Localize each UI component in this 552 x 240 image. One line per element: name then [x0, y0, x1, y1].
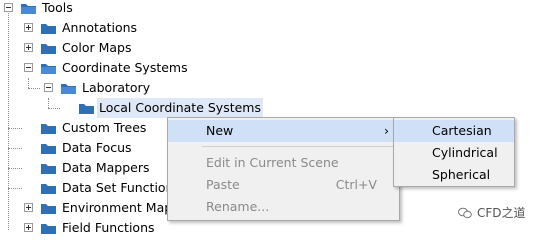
- tree-line: [28, 88, 40, 89]
- folder-open-icon: [61, 84, 76, 94]
- expand-toggle-icon[interactable]: [24, 223, 33, 232]
- menu-separator: [202, 146, 397, 147]
- menu-item-label: Rename...: [206, 199, 270, 214]
- menu-item-paste[interactable]: Paste Ctrl+V: [168, 174, 399, 196]
- tree-line: [48, 108, 60, 109]
- watermark-text: CFD之道: [477, 206, 526, 220]
- tree-item-label: Local Coordinate Systems: [97, 98, 263, 118]
- submenu-item-spherical[interactable]: Spherical: [394, 164, 514, 186]
- tree-item-label: Data Mappers: [62, 160, 150, 175]
- menu-item-label: Cartesian: [432, 123, 492, 138]
- folder-open-icon: [41, 64, 56, 74]
- tree-item-label: Data Focus: [62, 140, 132, 155]
- tree-line: [8, 148, 22, 149]
- folder-icon: [41, 224, 56, 234]
- folder-icon: [41, 144, 56, 154]
- tree-line: [8, 8, 9, 230]
- folder-open-icon: [21, 4, 36, 14]
- tree-item-label: Field Functions: [62, 220, 155, 235]
- collapse-toggle-icon[interactable]: [24, 63, 33, 72]
- expand-toggle-icon[interactable]: [24, 23, 33, 32]
- menu-item-label: Spherical: [432, 167, 491, 182]
- tree-item-label: Environment Maps: [62, 200, 179, 215]
- folder-icon: [41, 24, 56, 34]
- tree-item-label: Tools: [42, 0, 73, 15]
- tree-item-label: Annotations: [62, 20, 138, 35]
- menu-item-label: Cylindrical: [432, 145, 498, 160]
- tree-item-label: Data Set Functions: [62, 180, 180, 195]
- tree-line: [8, 128, 22, 129]
- tree-line: [8, 168, 22, 169]
- submenu-item-cartesian[interactable]: Cartesian: [394, 120, 514, 142]
- tree-line: [48, 98, 49, 108]
- menu-item-label: Paste: [206, 177, 240, 192]
- tree-item-label: Coordinate Systems: [62, 60, 188, 75]
- submenu-item-cylindrical[interactable]: Cylindrical: [394, 142, 514, 164]
- menu-item-label: New: [206, 123, 234, 138]
- folder-icon: [79, 104, 94, 114]
- folder-icon: [41, 44, 56, 54]
- submenu-arrow-icon: ›: [384, 123, 389, 138]
- wechat-icon: [458, 207, 472, 219]
- tree-line: [28, 78, 29, 88]
- tree-item-label: Laboratory: [82, 80, 151, 95]
- folder-icon: [41, 184, 56, 194]
- collapse-toggle-icon[interactable]: [4, 3, 13, 12]
- folder-icon: [41, 164, 56, 174]
- menu-item-new[interactable]: New ›: [168, 120, 399, 142]
- folder-icon: [41, 204, 56, 214]
- menu-item-shortcut: Ctrl+V: [335, 177, 377, 192]
- tree-line: [8, 188, 22, 189]
- expand-toggle-icon[interactable]: [24, 203, 33, 212]
- tree-item-label: Custom Trees: [62, 120, 147, 135]
- tree-item-label: Color Maps: [62, 40, 132, 55]
- context-menu: New › Edit in Current Scene Paste Ctrl+V…: [167, 117, 400, 221]
- expand-toggle-icon[interactable]: [24, 43, 33, 52]
- folder-icon: [41, 124, 56, 134]
- menu-item-label: Edit in Current Scene: [206, 155, 339, 170]
- collapse-toggle-icon[interactable]: [44, 83, 53, 92]
- menu-item-rename[interactable]: Rename...: [168, 196, 399, 218]
- new-submenu: Cartesian Cylindrical Spherical: [393, 117, 515, 187]
- menu-item-edit-in-current-scene[interactable]: Edit in Current Scene: [168, 152, 399, 174]
